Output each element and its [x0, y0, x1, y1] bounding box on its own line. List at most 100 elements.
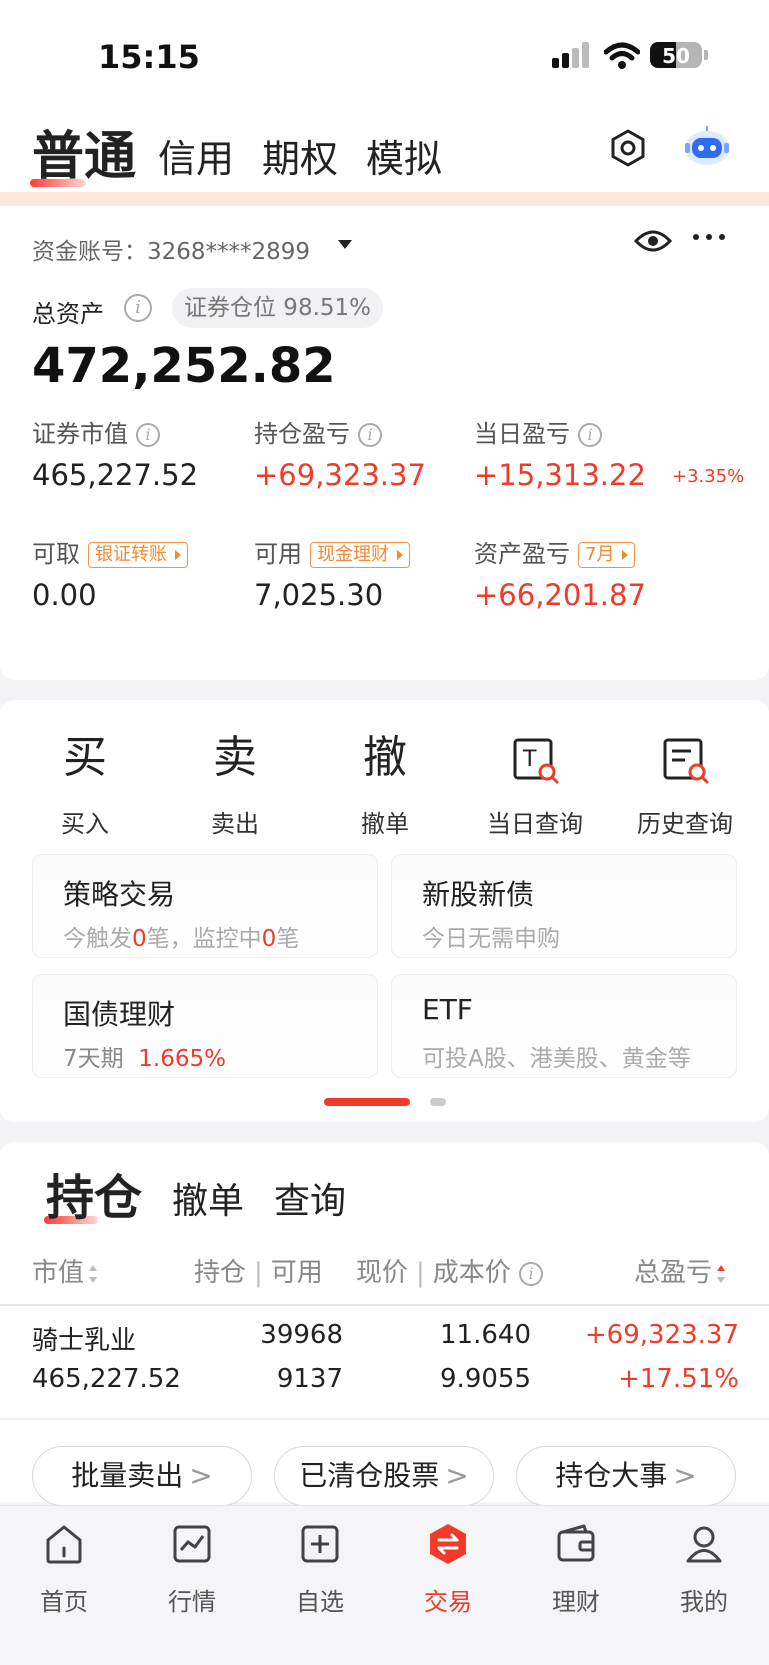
bank-transfer-tag[interactable]: 银证转账 — [88, 542, 188, 568]
info-icon[interactable]: i — [519, 1261, 544, 1286]
buy-label: 买入 — [61, 810, 109, 838]
info-icon[interactable]: i — [124, 294, 152, 322]
header-qty-avail: 持仓 | 可用 — [194, 1258, 323, 1288]
wallet-icon — [557, 1524, 595, 1562]
stock-pnl-percent: +17.51% — [618, 1364, 739, 1394]
tab-normal[interactable]: 普通 — [30, 114, 137, 189]
asset-pnl-label: 资产盈亏 — [474, 540, 570, 568]
sort-icon — [716, 1264, 726, 1283]
account-number[interactable]: 资金账号：3268****2899 — [32, 232, 310, 266]
batch-sell-button[interactable]: 批量卖出 > — [32, 1446, 252, 1506]
tab-normal-label: 普通 — [32, 127, 137, 187]
tab-simulation[interactable]: 模拟 — [366, 128, 442, 183]
sell-button[interactable]: 卖 卖出 — [160, 728, 310, 839]
available-value: 7,025.30 — [254, 578, 384, 612]
stock-available: 9137 — [276, 1364, 343, 1394]
sell-label: 卖出 — [211, 810, 259, 838]
buy-button[interactable]: 买 买入 — [10, 728, 160, 839]
position-ratio-pill: 证券仓位 98.51% — [172, 288, 384, 328]
today-query-label: 当日查询 — [487, 810, 583, 838]
strategy-trading-card[interactable]: 策略交易 今触发0笔，监控中0笔 — [32, 854, 378, 958]
eye-icon[interactable] — [634, 226, 672, 256]
more-icon[interactable] — [692, 232, 726, 242]
stock-market-value: 465,227.52 — [32, 1364, 181, 1394]
user-icon — [686, 1526, 722, 1563]
strategy-trading-title: 策略交易 — [63, 878, 176, 911]
promo-stripe — [0, 192, 769, 206]
account-dropdown-icon[interactable] — [338, 240, 352, 249]
treasury-bond-card[interactable]: 国债理财 7天期 1.665% — [32, 974, 378, 1078]
cash-management-tag[interactable]: 现金理财 — [310, 542, 410, 568]
cancel-order-button[interactable]: 撤 撤单 — [310, 728, 460, 839]
total-assets-label: 总资产 — [32, 300, 104, 328]
battery-icon: 50 — [650, 42, 702, 68]
stock-cost: 9.9055 — [440, 1364, 531, 1394]
wifi-icon — [604, 42, 640, 69]
etf-card[interactable]: ETF 可投A股、港美股、黄金等 — [391, 974, 737, 1078]
buy-icon: 买 — [63, 732, 107, 783]
header-total-pnl[interactable]: 总盈亏 — [634, 1252, 726, 1289]
nav-home-label: 首页 — [40, 1588, 88, 1616]
strategy-trading-subtitle: 今触发0笔，监控中0笔 — [63, 926, 300, 952]
header-market-value[interactable]: 市值 — [32, 1252, 98, 1289]
status-bar: 15:15 50 — [0, 0, 769, 110]
tab-options[interactable]: 期权 — [262, 128, 338, 183]
header-price-cost: 现价 | 成本价 i — [356, 1252, 544, 1289]
tab-cancel-orders[interactable]: 撤单 — [172, 1172, 244, 1224]
bottom-navigation: 首页 行情 自选 交易 理财 我的 — [0, 1505, 769, 1665]
etf-subtitle: 可投A股、港美股、黄金等 — [422, 1046, 691, 1072]
nav-trade[interactable]: 交易 — [384, 1522, 512, 1617]
info-icon[interactable]: i — [358, 423, 382, 447]
nav-watchlist-label: 自选 — [296, 1588, 344, 1616]
available-label: 可用 — [254, 540, 302, 568]
nav-market[interactable]: 行情 — [128, 1522, 256, 1617]
nav-home[interactable]: 首页 — [0, 1522, 128, 1617]
daily-pnl-metric: 当日盈亏 i — [474, 414, 602, 449]
treasury-bond-subtitle: 7天期 1.665% — [63, 1046, 226, 1072]
ipo-card[interactable]: 新股新债 今日无需申购 — [391, 854, 737, 958]
market-chart-icon — [173, 1525, 211, 1563]
nav-trade-label: 交易 — [424, 1588, 472, 1616]
holding-events-button[interactable]: 持仓大事 > — [516, 1446, 736, 1506]
account-summary-card: 资金账号：3268****2899 总资产 i 证券仓位 98.51% 472,… — [0, 206, 769, 680]
asset-pnl-metric: 资产盈亏 7月 — [474, 534, 636, 569]
battery-level: 50 — [662, 44, 690, 68]
trade-actions-card: 买 买入 卖 卖出 撤 撤单 T 当日查询 历史查询 策略交易 今触发0笔，监控… — [0, 700, 769, 1122]
info-icon[interactable]: i — [136, 423, 160, 447]
settings-icon[interactable] — [608, 128, 648, 168]
asset-pnl-value: +66,201.87 — [474, 578, 646, 612]
tab-holdings[interactable]: 持仓 — [44, 1158, 143, 1228]
today-query-icon: T — [460, 728, 610, 788]
add-square-icon — [301, 1525, 339, 1563]
month-selector-tag[interactable]: 7月 — [578, 542, 636, 568]
trade-icon — [430, 1524, 466, 1564]
withdrawable-metric: 可取 银证转账 — [32, 534, 188, 569]
cancel-order-label: 撤单 — [361, 810, 409, 838]
info-icon[interactable]: i — [578, 423, 602, 447]
tab-query[interactable]: 查询 — [274, 1172, 346, 1224]
robot-assistant-icon[interactable] — [682, 122, 732, 168]
holding-pnl-label: 持仓盈亏 — [254, 420, 350, 448]
history-query-label: 历史查询 — [637, 810, 733, 838]
svg-text:T: T — [522, 747, 537, 772]
nav-watchlist[interactable]: 自选 — [256, 1522, 384, 1617]
nav-wealth[interactable]: 理财 — [512, 1522, 640, 1617]
stock-pnl: +69,323.37 — [584, 1320, 739, 1350]
stock-qty: 39968 — [260, 1320, 343, 1350]
cellular-signal-icon — [552, 42, 592, 68]
withdrawable-value: 0.00 — [32, 578, 97, 612]
nav-profile-label: 我的 — [680, 1588, 728, 1616]
cleared-stocks-button[interactable]: 已清仓股票 > — [274, 1446, 494, 1506]
today-query-button[interactable]: T 当日查询 — [460, 728, 610, 839]
stock-price: 11.640 — [440, 1320, 531, 1350]
status-time: 15:15 — [98, 38, 200, 76]
withdrawable-label: 可取 — [32, 540, 80, 568]
history-query-button[interactable]: 历史查询 — [610, 728, 760, 839]
ipo-title: 新股新债 — [422, 878, 535, 911]
etf-title: ETF — [422, 993, 473, 1026]
holding-pnl-metric: 持仓盈亏 i — [254, 414, 382, 449]
nav-profile[interactable]: 我的 — [640, 1522, 768, 1617]
holdings-section: 持仓 撤单 查询 市值 持仓 | 可用 现价 | 成本价 i 总盈亏 骑士乳业 465,… — [0, 1142, 769, 1506]
tab-credit[interactable]: 信用 — [158, 128, 234, 183]
tab-holdings-label: 持仓 — [46, 1170, 143, 1226]
